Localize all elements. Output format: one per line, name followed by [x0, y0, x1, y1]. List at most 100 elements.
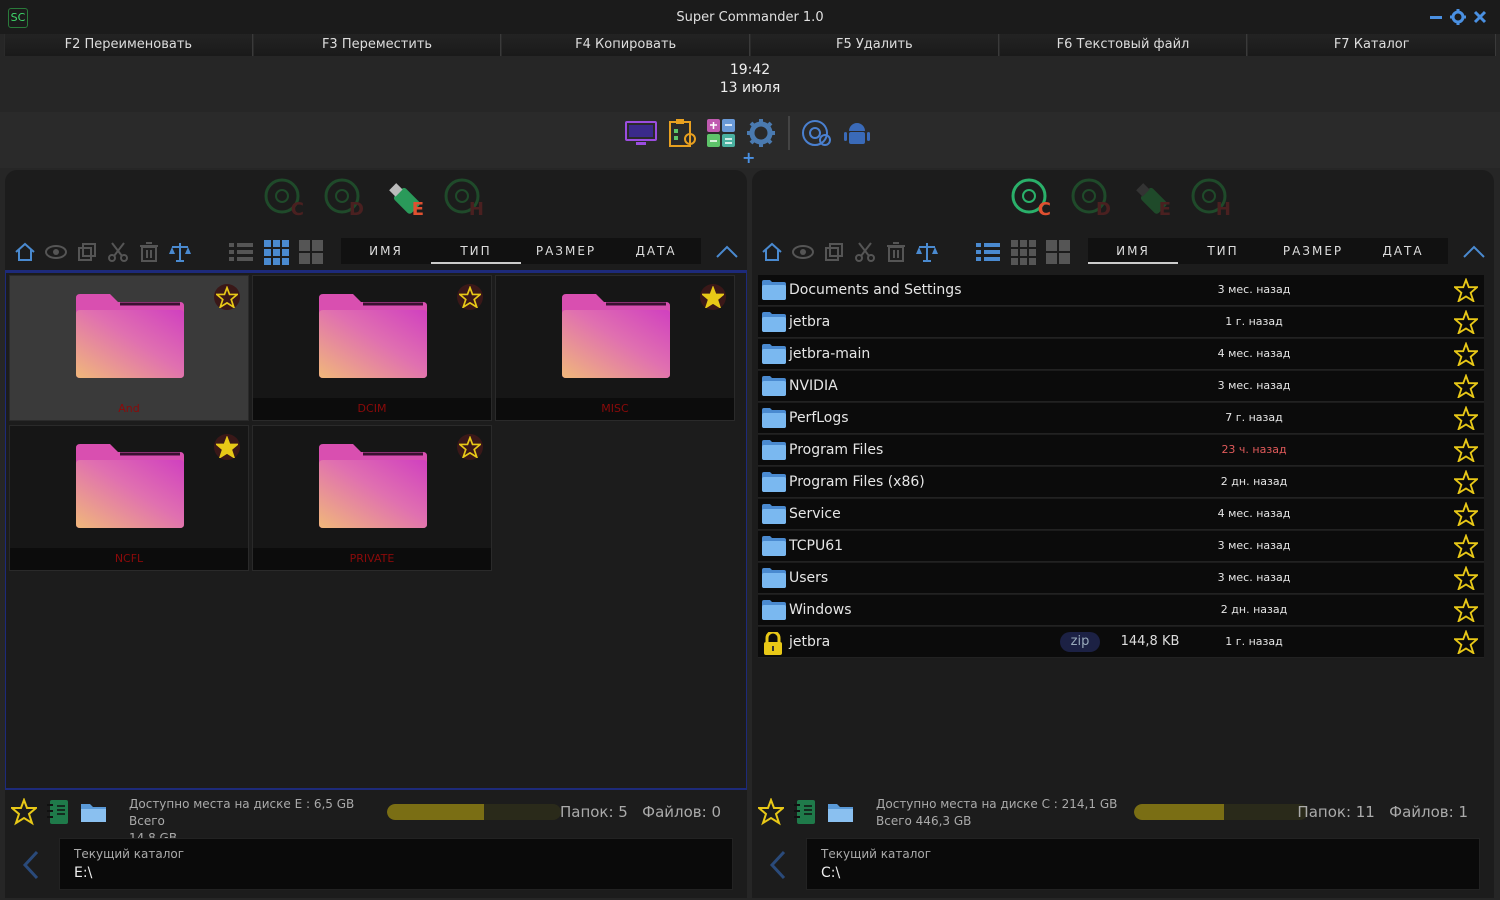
- drive-h-button[interactable]: H: [1191, 176, 1235, 220]
- close-button[interactable]: [1470, 6, 1490, 28]
- file-row[interactable]: Program Files 23 ч. назад: [758, 435, 1484, 466]
- favorites-star-icon[interactable]: [758, 798, 784, 826]
- favorite-star-icon[interactable]: [1452, 501, 1480, 530]
- delete-button[interactable]: F5 Удалить: [750, 34, 999, 56]
- settings-gear-icon[interactable]: [744, 116, 778, 150]
- favorite-star-icon[interactable]: [1452, 469, 1480, 498]
- file-row[interactable]: Users 3 мес. назад: [758, 563, 1484, 594]
- favorite-star-icon[interactable]: [457, 434, 483, 460]
- file-row[interactable]: PerfLogs 7 г. назад: [758, 403, 1484, 434]
- calculator-icon[interactable]: [704, 116, 738, 150]
- favorite-star-icon[interactable]: [1452, 437, 1480, 466]
- folder-tile[interactable]: DCIM: [252, 275, 492, 421]
- add-shortcut-button[interactable]: +: [742, 148, 755, 167]
- file-row[interactable]: Program Files (x86) 2 дн. назад: [758, 467, 1484, 498]
- monitor-icon[interactable]: [624, 116, 658, 150]
- back-button[interactable]: [15, 848, 49, 882]
- favorites-star-icon[interactable]: [11, 798, 37, 826]
- current-path-field[interactable]: Текущий каталог E:\: [59, 838, 733, 890]
- collapse-button[interactable]: [1460, 238, 1488, 264]
- folder-tile[interactable]: MISC: [495, 275, 735, 421]
- folder-icon: [319, 294, 427, 382]
- drive-d-button[interactable]: D: [324, 176, 368, 220]
- large-tiles-icon[interactable]: [1044, 238, 1071, 265]
- grid-view-icon[interactable]: [1009, 238, 1036, 265]
- drive-d-button[interactable]: D: [1071, 176, 1115, 220]
- collapse-button[interactable]: [713, 238, 741, 264]
- sort-name[interactable]: ИМЯ: [1088, 238, 1178, 264]
- large-tiles-icon[interactable]: [297, 238, 324, 265]
- favorite-star-icon[interactable]: [1452, 309, 1480, 338]
- sort-type[interactable]: ТИП: [1178, 238, 1268, 264]
- trash-icon[interactable]: [882, 238, 909, 265]
- minimize-button[interactable]: [1426, 6, 1446, 28]
- rename-button[interactable]: F2 Переименовать: [4, 34, 253, 56]
- favorite-star-icon[interactable]: [1452, 405, 1480, 434]
- file-row[interactable]: jetbra 1 г. назад: [758, 307, 1484, 338]
- folder-icon: [762, 504, 786, 528]
- copy-icon[interactable]: [73, 238, 100, 265]
- compare-icon[interactable]: [166, 238, 193, 265]
- favorite-star-icon[interactable]: [457, 284, 483, 310]
- file-row[interactable]: Service 4 мес. назад: [758, 499, 1484, 530]
- cut-icon[interactable]: [104, 238, 131, 265]
- file-row[interactable]: Windows 2 дн. назад: [758, 595, 1484, 626]
- android-icon[interactable]: [840, 116, 874, 150]
- folder-tile[interactable]: NCFL: [9, 425, 249, 571]
- favorite-star-icon[interactable]: [1452, 341, 1480, 370]
- folder-icon[interactable]: [826, 798, 856, 826]
- favorite-star-icon[interactable]: [214, 434, 240, 460]
- notebook-icon[interactable]: [45, 798, 71, 826]
- folder-tile[interactable]: PRIVATE: [252, 425, 492, 571]
- trash-icon[interactable]: [135, 238, 162, 265]
- list-view-icon[interactable]: [227, 238, 254, 265]
- drive-h-button[interactable]: H: [444, 176, 488, 220]
- favorite-star-icon[interactable]: [1452, 597, 1480, 626]
- disk-manager-icon[interactable]: [800, 116, 834, 150]
- favorite-star-icon[interactable]: [214, 284, 240, 310]
- favorite-star-icon[interactable]: [1452, 373, 1480, 402]
- sort-date[interactable]: ДАТА: [1358, 238, 1448, 264]
- file-row[interactable]: Documents and Settings 3 мес. назад: [758, 275, 1484, 306]
- favorite-star-icon[interactable]: [1452, 629, 1480, 658]
- file-row[interactable]: NVIDIA 3 мес. назад: [758, 371, 1484, 402]
- left-panel: C D E H ИМЯ ТИП РАЗМЕР ДАТА And DCIM MIS…: [5, 170, 747, 898]
- new-folder-button[interactable]: F7 Каталог: [1247, 34, 1497, 56]
- current-path-field[interactable]: Текущий каталог C:\: [806, 838, 1480, 890]
- settings-button[interactable]: [1448, 6, 1468, 28]
- folder-tile[interactable]: And: [9, 275, 249, 421]
- compare-icon[interactable]: [913, 238, 940, 265]
- file-row[interactable]: TCPU61 3 мес. назад: [758, 531, 1484, 562]
- favorite-star-icon[interactable]: [700, 284, 726, 310]
- move-button[interactable]: F3 Переместить: [252, 34, 502, 56]
- copy-button[interactable]: F4 Копировать: [501, 34, 751, 56]
- sort-size[interactable]: РАЗМЕР: [1268, 238, 1358, 264]
- drive-e-button[interactable]: E: [1131, 176, 1175, 220]
- favorite-star-icon[interactable]: [1452, 277, 1480, 306]
- sort-date[interactable]: ДАТА: [611, 238, 701, 264]
- sort-size[interactable]: РАЗМЕР: [521, 238, 611, 264]
- drive-e-button[interactable]: E: [384, 176, 428, 220]
- file-row[interactable]: jetbra-main 4 мес. назад: [758, 339, 1484, 370]
- sort-name[interactable]: ИМЯ: [341, 238, 431, 264]
- view-icon[interactable]: [789, 238, 816, 265]
- path-value: C:\: [821, 865, 841, 881]
- file-row[interactable]: jetbra zip 144,8 KB 1 г. назад: [758, 627, 1484, 658]
- cut-icon[interactable]: [851, 238, 878, 265]
- clipboard-settings-icon[interactable]: [664, 116, 698, 150]
- favorite-star-icon[interactable]: [1452, 533, 1480, 562]
- grid-view-icon[interactable]: [262, 238, 289, 265]
- sort-type[interactable]: ТИП: [431, 238, 521, 264]
- home-icon[interactable]: [758, 238, 785, 265]
- new-text-file-button[interactable]: F6 Текстовый файл: [998, 34, 1248, 56]
- list-view-icon[interactable]: [974, 238, 1001, 265]
- notebook-icon[interactable]: [792, 798, 818, 826]
- favorite-star-icon[interactable]: [1452, 565, 1480, 594]
- back-button[interactable]: [762, 848, 796, 882]
- copy-icon[interactable]: [820, 238, 847, 265]
- folder-icon[interactable]: [79, 798, 109, 826]
- home-icon[interactable]: [11, 238, 38, 265]
- view-icon[interactable]: [42, 238, 69, 265]
- drive-c-button[interactable]: C: [1011, 176, 1055, 220]
- drive-c-button[interactable]: C: [264, 176, 308, 220]
